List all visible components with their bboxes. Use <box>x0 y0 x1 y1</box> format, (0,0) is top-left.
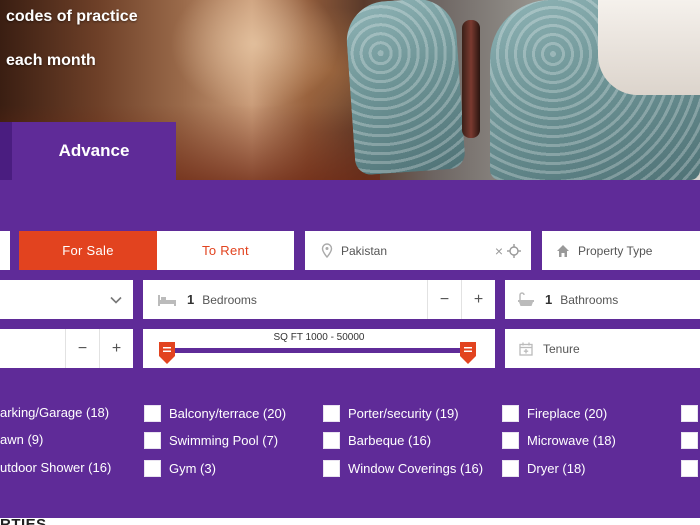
amenity-label: utdoor Shower (16) <box>0 460 112 475</box>
amenity-swimming-pool[interactable]: Swimming Pool (7) <box>144 432 278 449</box>
sqft-min-handle[interactable] <box>159 342 175 364</box>
location-field[interactable]: Pakistan × <box>305 231 531 270</box>
amenity-label: Balcony/terrace (20) <box>169 406 287 421</box>
left-decrement-button[interactable]: − <box>65 329 99 368</box>
bedrooms-value: 1 <box>187 292 195 307</box>
amenity-checkbox[interactable] <box>144 432 161 449</box>
hero-lamp <box>598 0 700 95</box>
amenity-checkbox[interactable] <box>681 405 698 422</box>
bed-icon <box>158 294 176 306</box>
amenity-next-col[interactable] <box>681 432 700 449</box>
bedrooms-decrement-button[interactable]: − <box>427 280 461 319</box>
amenity-lawn[interactable]: awn (9) <box>0 432 43 447</box>
amenity-fireplace[interactable]: Fireplace (20) <box>502 405 607 422</box>
amenity-next-col[interactable] <box>681 405 700 422</box>
amenity-dryer[interactable]: Dryer (18) <box>502 460 586 477</box>
amenity-checkbox[interactable] <box>323 405 340 422</box>
to-rent-button[interactable]: To Rent <box>157 231 294 270</box>
amenity-checkbox[interactable] <box>502 460 519 477</box>
hero-wall-decoration <box>170 0 340 110</box>
amenity-label: arking/Garage (18) <box>0 405 110 420</box>
search-left-field[interactable] <box>0 231 10 270</box>
amenity-parking-garage[interactable]: arking/Garage (18) <box>0 405 109 420</box>
amenity-balcony-terrace[interactable]: Balcony/terrace (20) <box>144 405 286 422</box>
amenity-checkbox[interactable] <box>323 432 340 449</box>
tenure-label: Tenure <box>543 341 580 356</box>
amenity-label: Barbeque (16) <box>348 433 432 448</box>
location-pin-icon <box>321 242 333 258</box>
amenity-label: awn (9) <box>0 432 44 447</box>
tab-basic[interactable] <box>0 122 12 180</box>
bedrooms-label: Bedrooms <box>202 292 257 307</box>
amenity-checkbox[interactable] <box>681 432 698 449</box>
amenity-label: Swimming Pool (7) <box>169 433 279 448</box>
amenity-gym[interactable]: Gym (3) <box>144 460 216 477</box>
amenity-label: Porter/security (19) <box>348 406 459 421</box>
amenity-checkbox[interactable] <box>681 460 698 477</box>
amenity-checkbox[interactable] <box>323 460 340 477</box>
amenity-label: Fireplace (20) <box>527 406 608 421</box>
bathrooms-field[interactable]: 1 Bathrooms <box>505 280 700 319</box>
amenity-microwave[interactable]: Microwave (18) <box>502 432 616 449</box>
clear-location-icon[interactable]: × <box>495 243 503 259</box>
hero-vase <box>462 20 480 138</box>
tab-advance[interactable]: Advance <box>12 122 176 180</box>
sqft-slider-track <box>165 348 469 353</box>
hero-headline-line2: each month <box>6 52 96 69</box>
sqft-range-slider[interactable]: SQ FT 1000 - 50000 <box>143 329 495 368</box>
bedrooms-increment-button[interactable]: + <box>461 280 495 319</box>
amenity-label: Dryer (18) <box>527 461 586 476</box>
locate-me-icon[interactable] <box>507 243 521 258</box>
home-icon <box>557 244 569 257</box>
amenity-barbeque[interactable]: Barbeque (16) <box>323 432 431 449</box>
amenity-checkbox[interactable] <box>144 460 161 477</box>
amenity-next-col[interactable] <box>681 460 700 477</box>
sqft-max-handle[interactable] <box>460 342 476 364</box>
amenity-checkbox[interactable] <box>502 432 519 449</box>
sqft-range-label: SQ FT 1000 - 50000 <box>273 332 365 343</box>
amenity-window-coverings[interactable]: Window Coverings (16) <box>323 460 483 477</box>
bathrooms-label: Bathrooms <box>560 292 619 307</box>
tenure-select[interactable]: Tenure <box>505 329 700 368</box>
chevron-down-icon <box>110 296 122 304</box>
property-type-label: Property Type <box>578 243 653 258</box>
amenity-checkbox[interactable] <box>502 405 519 422</box>
left-dropdown[interactable] <box>0 280 133 319</box>
section-heading-fragment: RTIES <box>0 516 47 525</box>
bedrooms-field[interactable]: 1 Bedrooms − + <box>143 280 495 319</box>
bathtub-icon <box>518 291 534 306</box>
amenity-label: Window Coverings (16) <box>348 461 484 476</box>
calendar-icon <box>519 342 533 356</box>
hero-chair-left <box>344 0 466 176</box>
amenity-porter-security[interactable]: Porter/security (19) <box>323 405 459 422</box>
amenity-checkbox[interactable] <box>144 405 161 422</box>
amenity-outdoor-shower[interactable]: utdoor Shower (16) <box>0 460 111 475</box>
left-increment-button[interactable]: + <box>99 329 133 368</box>
property-type-select[interactable]: Property Type <box>542 231 700 270</box>
left-stepper-field[interactable]: − + <box>0 329 133 368</box>
bathrooms-value: 1 <box>545 292 553 307</box>
location-value: Pakistan <box>341 243 388 258</box>
hero-headline-line1: codes of practice <box>6 8 138 25</box>
for-sale-button[interactable]: For Sale <box>19 231 157 270</box>
amenity-label: Gym (3) <box>169 461 216 476</box>
amenity-label: Microwave (18) <box>527 433 616 448</box>
